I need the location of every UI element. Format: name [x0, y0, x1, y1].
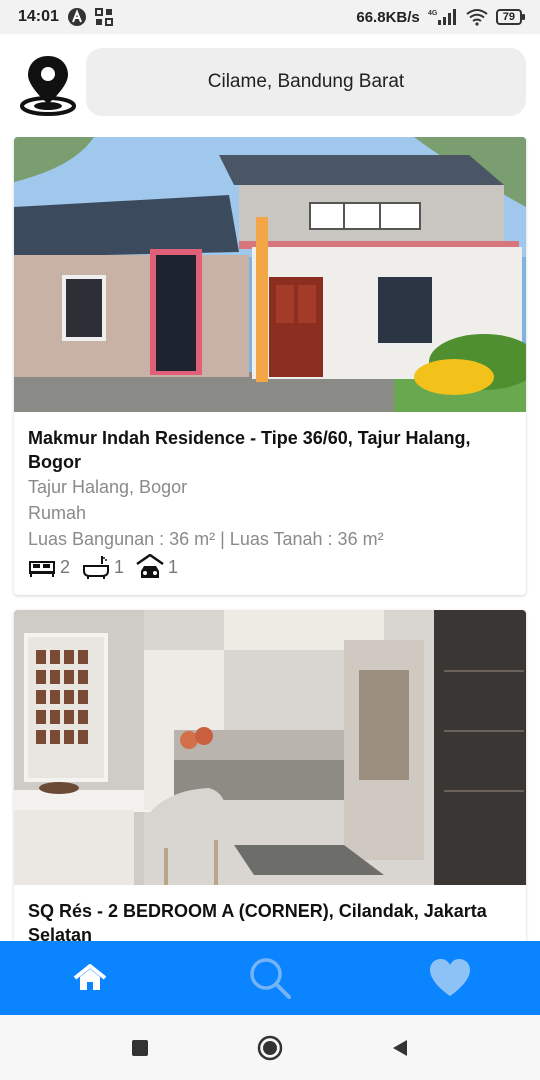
square-icon: [132, 1039, 148, 1056]
location-pin-icon[interactable]: [18, 54, 78, 116]
battery-icon: 79: [495, 9, 526, 25]
listing-location: Tajur Halang, Bogor: [28, 477, 188, 497]
listing-card[interactable]: SQ Rés - 2 BEDROOM A (CORNER), Cilandak,…: [14, 610, 526, 941]
nav-search[interactable]: [240, 948, 300, 1008]
listing-title: SQ Rés - 2 BEDROOM A (CORNER), Cilandak,…: [28, 901, 487, 941]
listing-card[interactable]: Makmur Indah Residence - Tipe 36/60, Taj…: [14, 137, 526, 595]
home-icon: [73, 964, 107, 990]
app-grid-icon: [94, 8, 113, 26]
location-text: Cilame, Bandung Barat: [207, 71, 405, 92]
listing-features: 2 1 1: [28, 554, 512, 580]
bedroom-count: 2: [60, 556, 71, 577]
signal-icon: 4G: [428, 8, 458, 26]
bottom-nav: [0, 941, 540, 1015]
heart-icon: [430, 959, 470, 996]
listing-photo-house: [14, 137, 526, 412]
back-triangle-icon: [393, 1039, 407, 1056]
status-time: 14:01: [18, 8, 59, 25]
home-button[interactable]: [250, 1028, 290, 1068]
bathtub-icon: [83, 556, 110, 579]
nav-home[interactable]: [60, 948, 120, 1008]
wifi-icon: [466, 8, 488, 26]
garage-car-icon: [136, 554, 164, 578]
listing-type: Rumah: [28, 503, 87, 523]
bedroom-feature: 2: [28, 556, 70, 578]
system-nav-bar: [0, 1015, 540, 1080]
network-type: 4G: [428, 10, 438, 17]
listing-area: Luas Bangunan : 36 m² | Luas Tanah : 36 …: [28, 529, 384, 549]
location-selector[interactable]: Cilame, Bandung Barat: [86, 48, 526, 116]
listing-photo-bedroom: [14, 610, 526, 885]
bathroom-count: 1: [114, 556, 125, 577]
search-icon: [250, 958, 291, 999]
nav-favorites[interactable]: [420, 948, 480, 1008]
net-speed: 66.8KB/s: [356, 8, 420, 26]
garage-count: 1: [168, 556, 179, 577]
recents-button[interactable]: [120, 1028, 160, 1068]
app-a-icon: [67, 7, 87, 27]
bed-icon: [29, 561, 55, 577]
bathroom-feature: 1: [82, 554, 124, 580]
listing-title: Makmur Indah Residence - Tipe 36/60, Taj…: [28, 428, 471, 472]
back-button[interactable]: [380, 1028, 420, 1068]
status-bar: 14:01 66.8KB/s 4G 79: [0, 0, 540, 34]
garage-feature: 1: [136, 554, 178, 580]
circle-icon: [257, 1035, 283, 1060]
listing-list[interactable]: Makmur Indah Residence - Tipe 36/60, Taj…: [0, 137, 540, 941]
location-header: Cilame, Bandung Barat: [0, 34, 540, 130]
